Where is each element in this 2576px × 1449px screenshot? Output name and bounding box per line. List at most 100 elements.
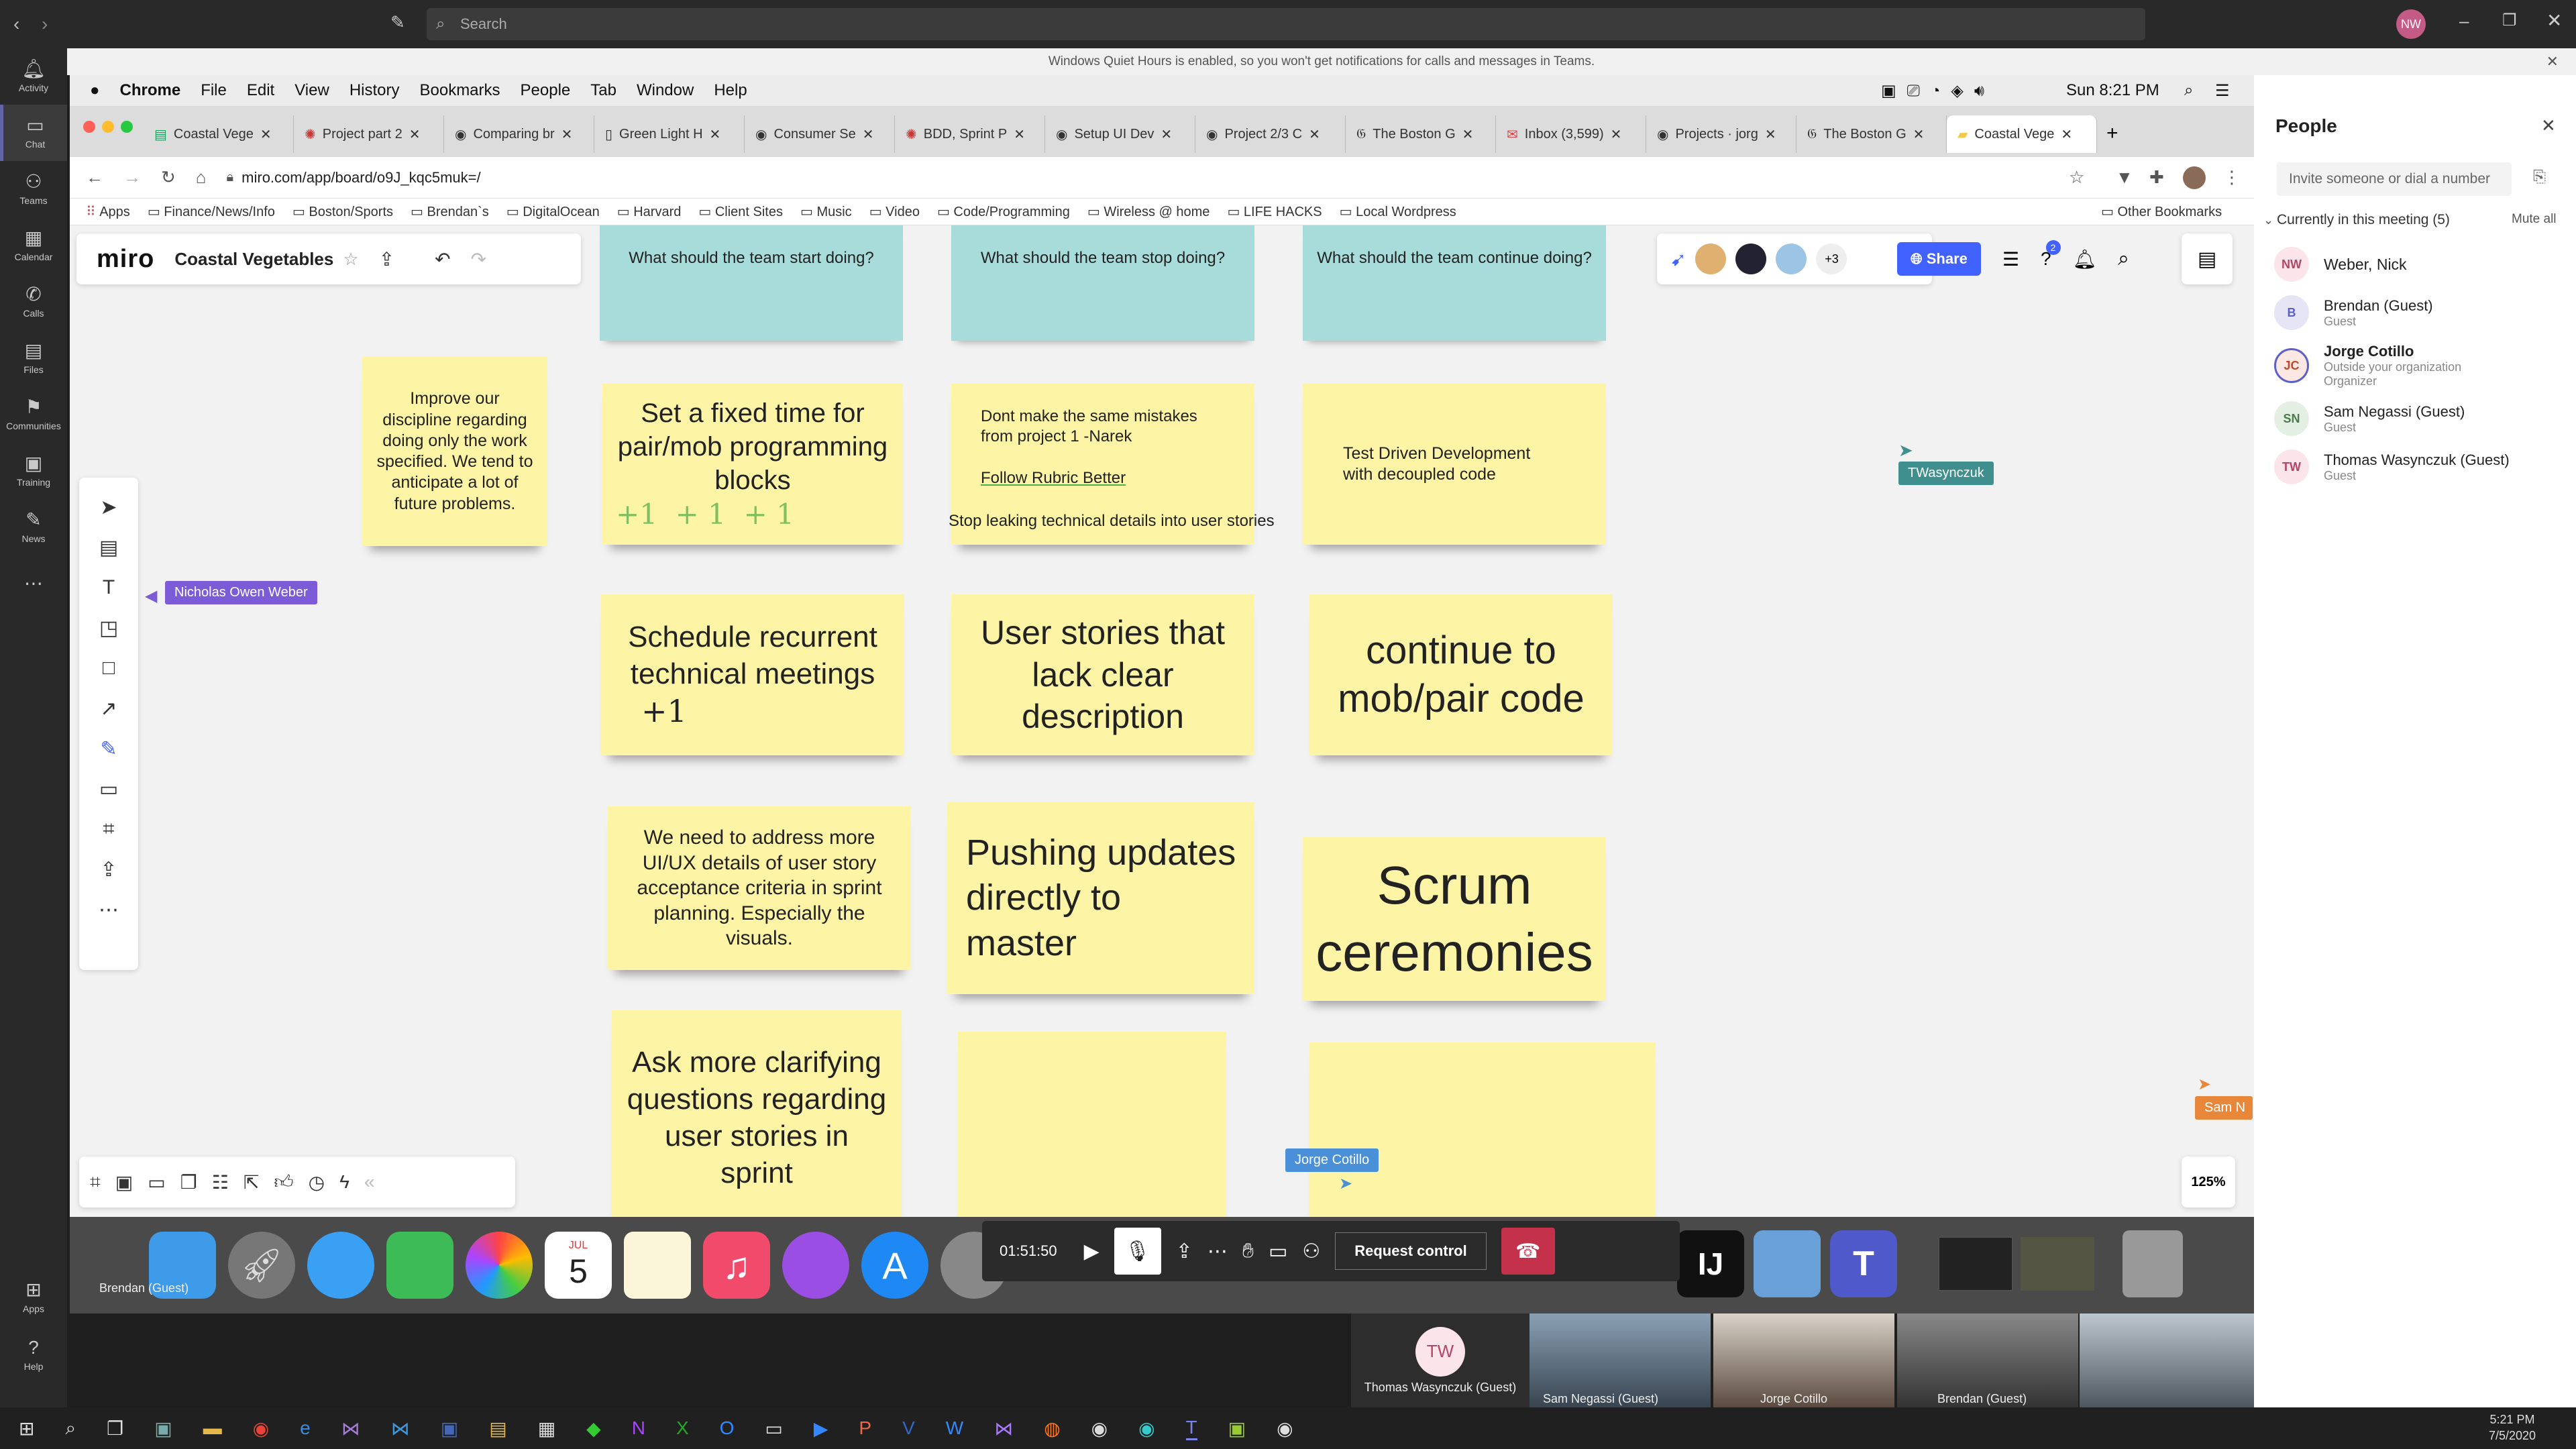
teams-dock-icon[interactable]: T: [1830, 1230, 1897, 1297]
camera-icon[interactable]: ▶: [1084, 1240, 1099, 1263]
sticky-note[interactable]: Set a fixed time for pair/mob programmin…: [602, 384, 903, 545]
redo-icon[interactable]: ↷: [471, 248, 486, 270]
sticky-note-empty[interactable]: [1309, 1042, 1656, 1217]
tab-close-icon[interactable]: ✕: [710, 126, 721, 143]
menu-chrome[interactable]: Chrome: [120, 81, 181, 100]
collaborator-avatar[interactable]: [1695, 244, 1727, 274]
compose-icon[interactable]: ✎: [390, 12, 405, 33]
video-tile[interactable]: Brendan (Guest): [1897, 1313, 2078, 1407]
mute-all-button[interactable]: Mute all: [2512, 212, 2557, 227]
minimize-window-icon[interactable]: [102, 121, 114, 133]
participant-row[interactable]: TW Thomas Wasynczuk (Guest) Guest: [2254, 443, 2576, 491]
sticky-note-icon[interactable]: ◳: [89, 608, 129, 648]
video-tile[interactable]: TW Thomas Wasynczuk (Guest): [1351, 1313, 1529, 1407]
reload-icon[interactable]: ↻: [161, 167, 176, 188]
taskbar-app-icon[interactable]: ▭: [765, 1417, 782, 1440]
sticky-note[interactable]: Schedule recurrent technical meetings +1: [601, 594, 904, 755]
visio-icon[interactable]: V: [902, 1417, 915, 1439]
sticky-note[interactable]: Ask more clarifying questions regarding …: [612, 1010, 902, 1217]
close-icon[interactable]: ✕: [2546, 9, 2562, 32]
comment-tool-icon[interactable]: ▭: [89, 769, 129, 809]
collaborator-avatar[interactable]: [1735, 244, 1767, 274]
tab-close-icon[interactable]: ✕: [1014, 126, 1025, 143]
header-continue-doing[interactable]: What should the team continue doing?: [1303, 225, 1606, 341]
menu-help[interactable]: Help: [714, 81, 747, 100]
rail-apps[interactable]: ⊞ Apps: [0, 1269, 67, 1326]
taskbar-app-icon[interactable]: ◆: [586, 1417, 601, 1440]
tab-close-icon[interactable]: ✕: [863, 126, 874, 143]
tab-boston-globe-1[interactable]: 𝔊 The Boston G ✕: [1346, 115, 1496, 153]
tab-close-icon[interactable]: ✕: [1765, 126, 1776, 143]
share-screen-icon[interactable]: ⇪: [1176, 1240, 1193, 1263]
edge-icon[interactable]: e: [300, 1417, 311, 1439]
tab-inbox[interactable]: ✉ Inbox (3,599) ✕: [1496, 115, 1646, 153]
bookmark-folder[interactable]: ▭ Local Wordpress: [1340, 203, 1456, 220]
sticky-note-empty[interactable]: [958, 1032, 1226, 1217]
onenote-icon[interactable]: N: [632, 1417, 645, 1439]
cursor-follow-icon[interactable]: ➹: [1670, 248, 1686, 270]
tab-green-light[interactable]: ▯ Green Light H ✕: [594, 115, 745, 153]
share-invite-icon[interactable]: ⎘: [2533, 168, 2546, 186]
task-view-icon[interactable]: ❐: [107, 1417, 123, 1440]
meeting-chat-icon[interactable]: ▭: [1269, 1240, 1287, 1263]
rail-activity[interactable]: 🔔︎ Activity: [0, 48, 67, 105]
tab-close-icon[interactable]: ✕: [1611, 126, 1622, 143]
sticky-note[interactable]: We need to address more UI/UX details of…: [608, 806, 911, 970]
zoom-window-icon[interactable]: [121, 121, 133, 133]
apple-icon[interactable]: ●: [90, 81, 100, 100]
rail-training[interactable]: ▣ Training: [0, 443, 67, 499]
extension-icon[interactable]: ▼: [2116, 167, 2133, 188]
video-tile[interactable]: [2080, 1313, 2254, 1407]
export-icon[interactable]: ⇱: [244, 1171, 259, 1193]
back-icon[interactable]: ←: [86, 167, 103, 188]
tab-project-23[interactable]: ◉ Project 2/3 C ✕: [1195, 115, 1346, 153]
tab-close-icon[interactable]: ✕: [2061, 126, 2072, 143]
frame-tool-icon[interactable]: ⌗: [89, 809, 129, 849]
tab-close-icon[interactable]: ✕: [1161, 126, 1172, 143]
bookmark-apps[interactable]: ⠿ Apps: [86, 203, 130, 220]
tab-bdd-sprint[interactable]: ✺ BDD, Sprint P ✕: [895, 115, 1045, 153]
tab-comparing[interactable]: ◉ Comparing br ✕: [444, 115, 594, 153]
bookmark-folder[interactable]: ▭ Music: [800, 203, 852, 220]
teams-taskbar-icon[interactable]: T: [1185, 1417, 1197, 1440]
spotlight-icon[interactable]: ⌕: [2184, 81, 2193, 100]
window-thumbnail[interactable]: [1939, 1237, 2012, 1291]
bookmark-folder[interactable]: ▭ LIFE HACKS: [1227, 203, 1322, 220]
profile-icon[interactable]: [2183, 166, 2206, 189]
word-icon[interactable]: W: [946, 1417, 963, 1439]
minimize-icon[interactable]: –: [2459, 11, 2469, 32]
select-tool-icon[interactable]: ➤: [89, 487, 129, 527]
tab-projects-jorg[interactable]: ◉ Projects · jorg ✕: [1646, 115, 1796, 153]
taskbar-app-icon[interactable]: ▣: [441, 1417, 458, 1440]
tab-consumer[interactable]: ◉ Consumer Se ✕: [745, 115, 895, 153]
undo-icon[interactable]: ↶: [435, 248, 450, 270]
chrome-menu-icon[interactable]: ⋮: [2223, 167, 2241, 188]
vs-icon[interactable]: ⋈: [994, 1417, 1013, 1440]
back-arrow-icon[interactable]: ‹: [13, 13, 19, 35]
hang-up-button[interactable]: ☎︎: [1501, 1228, 1555, 1275]
bookmark-folder[interactable]: ▭ Client Sites: [698, 203, 783, 220]
tab-boston-globe-2[interactable]: 𝔊 The Boston G ✕: [1796, 115, 1947, 153]
board-name[interactable]: Coastal Vegetables: [174, 249, 333, 270]
chat-icon[interactable]: ▭: [148, 1171, 165, 1193]
tab-close-icon[interactable]: ✕: [409, 126, 421, 143]
settings-sliders-icon[interactable]: ☰: [2002, 248, 2019, 270]
upload-icon[interactable]: ⇪: [379, 248, 394, 270]
invite-input[interactable]: Invite someone or dial a number: [2277, 162, 2512, 196]
rail-help[interactable]: ? Help: [0, 1327, 67, 1383]
taskbar-app-icon[interactable]: ◉: [1138, 1417, 1155, 1440]
sticky-note[interactable]: Scrum ceremonies: [1303, 837, 1606, 1001]
menu-history[interactable]: History: [350, 81, 400, 100]
powerpoint-icon[interactable]: P: [859, 1417, 871, 1439]
bookmark-folder[interactable]: ▭ Harvard: [617, 203, 682, 220]
bookmark-folder[interactable]: ▭ Brendan`s: [411, 203, 489, 220]
tab-close-icon[interactable]: ✕: [1462, 126, 1474, 143]
bookmark-folder[interactable]: ▭ Video: [869, 203, 920, 220]
pen-tool-icon[interactable]: ✎: [89, 729, 129, 769]
github-desktop-icon[interactable]: ◉: [1277, 1417, 1293, 1440]
taskbar-app-icon[interactable]: ▣: [154, 1417, 172, 1440]
window-thumbnail[interactable]: [2021, 1237, 2094, 1291]
power-icon[interactable]: ϟ: [339, 1171, 350, 1193]
preview-icon[interactable]: [1754, 1230, 1821, 1297]
calendar-app-icon[interactable]: JUL 5: [545, 1232, 612, 1299]
